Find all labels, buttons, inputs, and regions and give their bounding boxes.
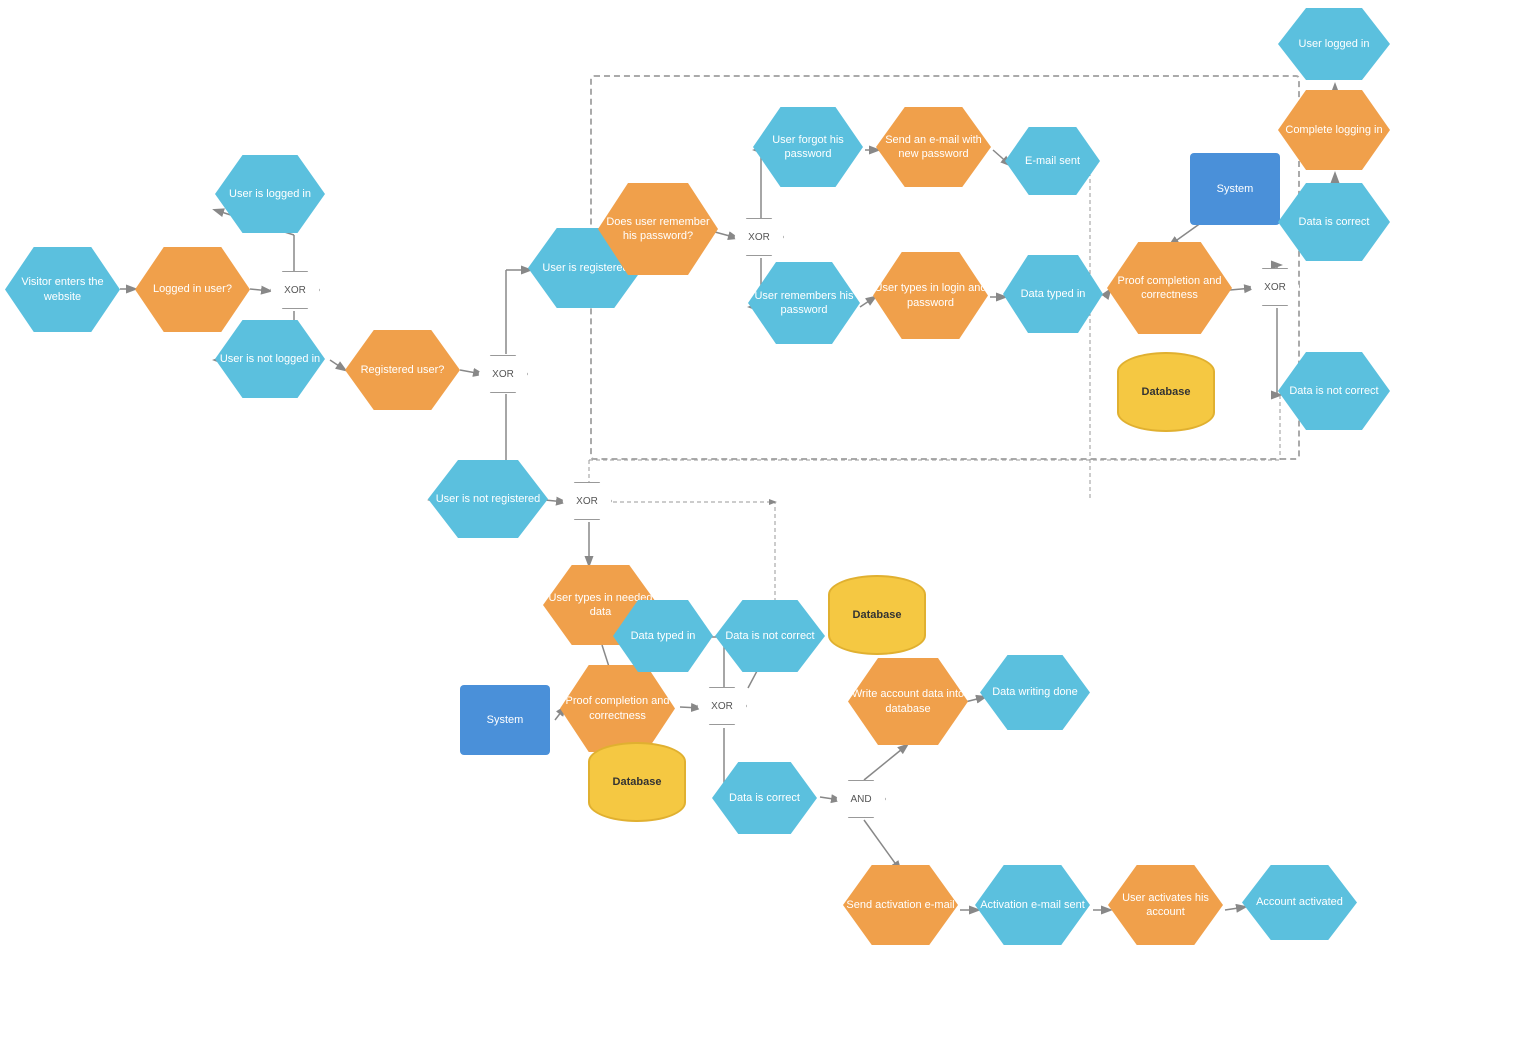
- account-activated-node: Account activated: [1242, 865, 1357, 940]
- data-is-correct-reg-node: Data is correct: [712, 762, 817, 834]
- xor3-node: XOR: [562, 482, 612, 520]
- database-reg2-node: Database: [588, 742, 686, 822]
- diagram-container: Visitor enters the website Logged in use…: [0, 0, 1537, 1046]
- write-account-node: Write account data into database: [848, 658, 968, 745]
- user-forgot-node: User forgot his password: [753, 107, 863, 187]
- user-is-not-registered-node: User is not registered: [428, 460, 548, 538]
- xor6-node: XOR: [1250, 268, 1300, 306]
- data-not-correct-reg-node: Data is not correct: [715, 600, 825, 672]
- user-logged-in-node: User logged in: [1278, 8, 1390, 80]
- system-reg-node: System: [460, 685, 550, 755]
- data-not-correct-login-node: Data is not correct: [1278, 352, 1390, 430]
- user-remembers-node: User remembers his password: [748, 262, 860, 344]
- database-reg-node: Database: [828, 575, 926, 655]
- send-activation-node: Send activation e-mail: [843, 865, 958, 945]
- xor5-node: XOR: [734, 218, 784, 256]
- proof-login-node: Proof completion and correctness: [1107, 242, 1232, 334]
- user-is-not-logged-in-node: User is not logged in: [215, 320, 325, 398]
- user-types-login-node: User types in login and password: [873, 252, 988, 339]
- activation-sent-node: Activation e-mail sent: [975, 865, 1090, 945]
- data-typed-login-node: Data typed in: [1003, 255, 1103, 333]
- send-email-new-node: Send an e-mail with new password: [876, 107, 991, 187]
- system-login-node: System: [1190, 153, 1280, 225]
- logged-in-user-node: Logged in user?: [135, 247, 250, 332]
- xor1-node: XOR: [270, 271, 320, 309]
- complete-logging-node: Complete logging in: [1278, 90, 1390, 170]
- proof-reg-node: Proof completion and correctness: [560, 665, 675, 752]
- xor4-node: XOR: [697, 687, 747, 725]
- user-activates-node: User activates his account: [1108, 865, 1223, 945]
- database-login-node: Database: [1117, 352, 1215, 432]
- user-is-logged-in-node: User is logged in: [215, 155, 325, 233]
- visitor-node: Visitor enters the website: [5, 247, 120, 332]
- xor2-node: XOR: [478, 355, 528, 393]
- and1-node: AND: [836, 780, 886, 818]
- data-writing-done-node: Data writing done: [980, 655, 1090, 730]
- registered-user-node: Registered user?: [345, 330, 460, 410]
- data-correct-login-node: Data is correct: [1278, 183, 1390, 261]
- email-sent-node: E-mail sent: [1005, 127, 1100, 195]
